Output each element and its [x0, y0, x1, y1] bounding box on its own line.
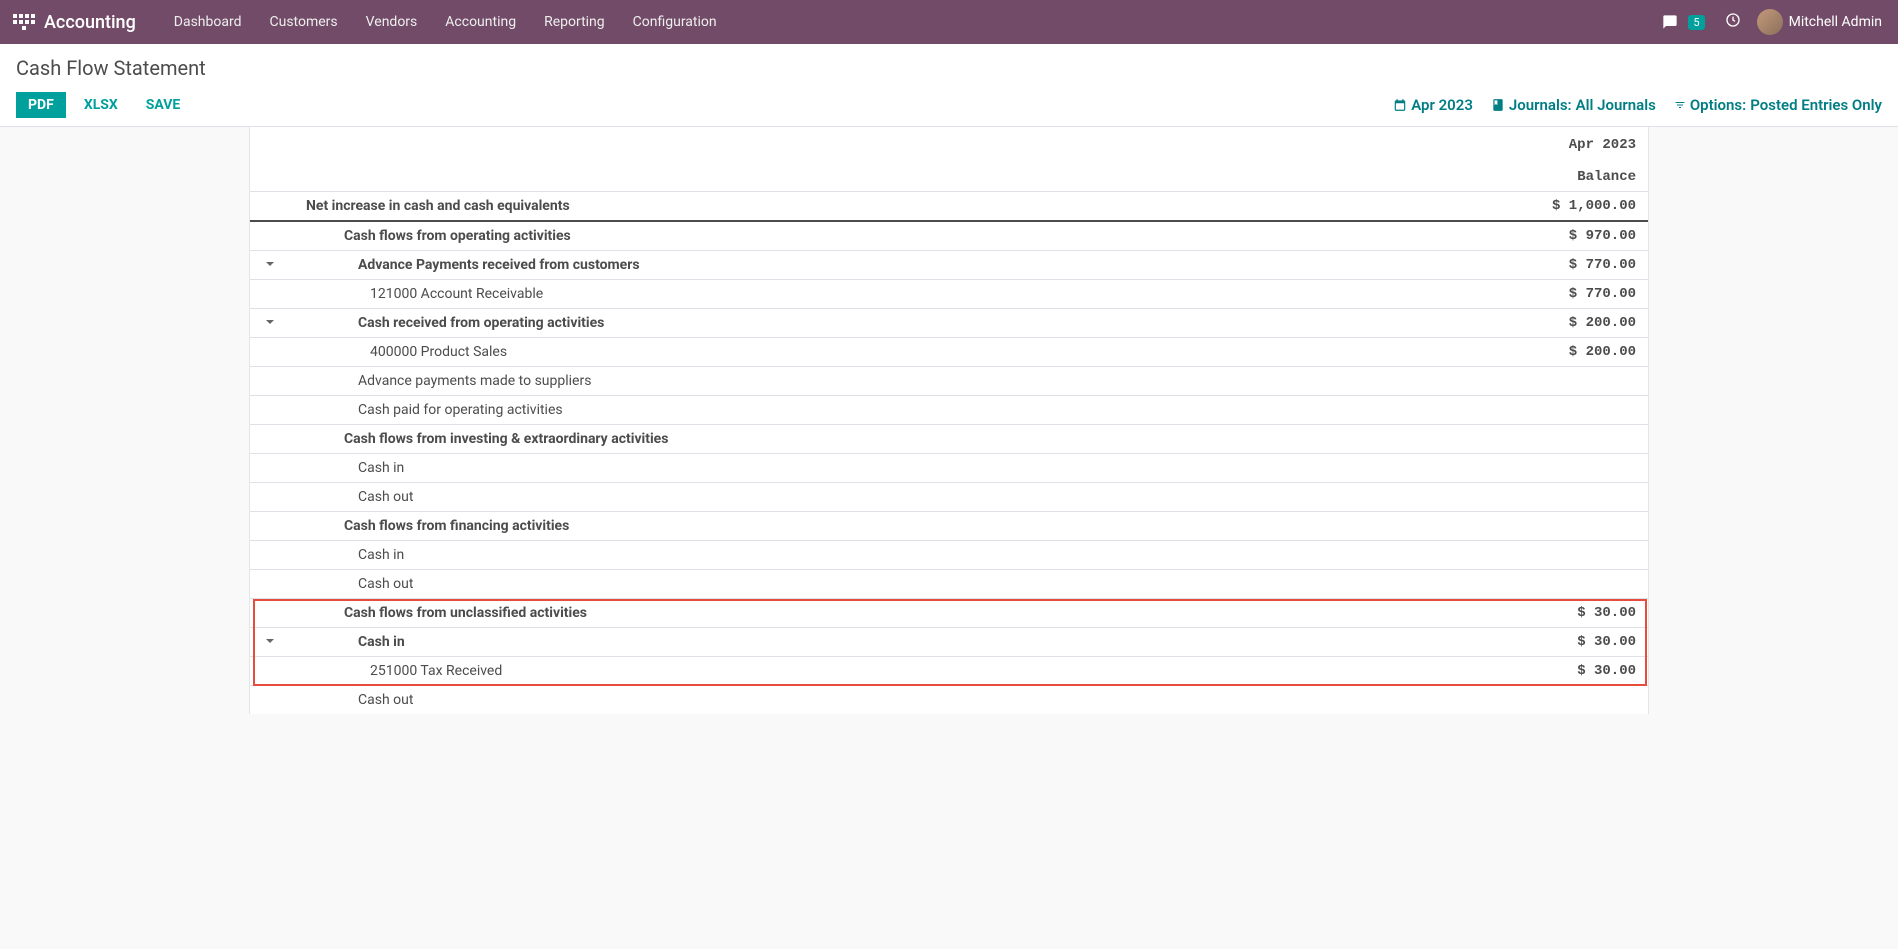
row-label[interactable]: Cash out [290, 686, 1488, 715]
row-label[interactable]: Cash flows from operating activities [290, 221, 1488, 251]
row-label[interactable]: Cash in [290, 454, 1488, 483]
avatar[interactable] [1757, 9, 1783, 35]
messages-icon[interactable]: 5 [1654, 14, 1704, 30]
table-row: Cash in [250, 541, 1648, 570]
col-balance: Balance [1488, 159, 1648, 192]
table-row: Net increase in cash and cash equivalent… [250, 192, 1648, 222]
book-icon [1491, 98, 1505, 112]
row-label[interactable]: Cash out [290, 483, 1488, 512]
table-row: Cash out [250, 686, 1648, 715]
row-label[interactable]: Cash flows from investing & extraordinar… [290, 425, 1488, 454]
activity-icon[interactable] [1717, 12, 1749, 32]
table-row: 251000 Tax Received$ 30.00 [250, 657, 1648, 686]
row-value [1488, 425, 1648, 454]
row-label[interactable]: Cash out [290, 570, 1488, 599]
table-row: Advance Payments received from customers… [250, 251, 1648, 280]
row-label[interactable]: Cash received from operating activities [290, 309, 1488, 338]
row-value: $ 1,000.00 [1488, 192, 1648, 222]
row-value: $ 200.00 [1488, 338, 1648, 367]
row-value [1488, 367, 1648, 396]
row-label[interactable]: Cash in [290, 541, 1488, 570]
top-nav: Accounting DashboardCustomersVendorsAcco… [0, 0, 1898, 44]
nav-item-customers[interactable]: Customers [256, 0, 352, 44]
row-value: $ 770.00 [1488, 280, 1648, 309]
nav-item-accounting[interactable]: Accounting [431, 0, 530, 44]
row-value [1488, 396, 1648, 425]
table-row: Cash received from operating activities$… [250, 309, 1648, 338]
row-value [1488, 686, 1648, 715]
caret-down-icon[interactable] [265, 257, 275, 273]
nav-item-configuration[interactable]: Configuration [619, 0, 731, 44]
table-row: 121000 Account Receivable$ 770.00 [250, 280, 1648, 309]
row-value: $ 200.00 [1488, 309, 1648, 338]
table-row: Cash flows from unclassified activities$… [250, 599, 1648, 628]
messages-count: 5 [1688, 15, 1704, 30]
control-panel: Cash Flow Statement PDF XLSX SAVE Apr 20… [0, 44, 1898, 127]
row-label[interactable]: 400000 Product Sales [290, 338, 1488, 367]
table-row: Cash in [250, 454, 1648, 483]
options-filter[interactable]: Options: Posted Entries Only [1674, 96, 1882, 114]
nav-item-reporting[interactable]: Reporting [530, 0, 619, 44]
options-filter-value: Posted Entries Only [1750, 96, 1882, 114]
row-value: $ 30.00 [1488, 657, 1648, 686]
row-value [1488, 541, 1648, 570]
journals-filter-label: Journals: [1509, 96, 1572, 114]
row-label[interactable]: Cash flows from unclassified activities [290, 599, 1488, 628]
table-row: Cash in$ 30.00 [250, 628, 1648, 657]
row-value [1488, 483, 1648, 512]
caret-down-icon[interactable] [265, 634, 275, 650]
calendar-icon [1393, 98, 1407, 112]
filter-icon [1674, 99, 1686, 111]
row-value [1488, 570, 1648, 599]
date-filter-label: Apr 2023 [1411, 96, 1473, 114]
row-label[interactable]: Advance payments made to suppliers [290, 367, 1488, 396]
date-filter[interactable]: Apr 2023 [1393, 96, 1473, 114]
table-row: Cash flows from financing activities [250, 512, 1648, 541]
journals-filter-value: All Journals [1576, 96, 1656, 114]
nav-item-vendors[interactable]: Vendors [352, 0, 432, 44]
row-label[interactable]: 251000 Tax Received [290, 657, 1488, 686]
apps-icon[interactable] [12, 10, 36, 34]
table-row: Cash out [250, 570, 1648, 599]
table-row: Cash flows from operating activities$ 97… [250, 221, 1648, 251]
options-filter-label: Options: [1690, 96, 1746, 114]
page-title: Cash Flow Statement [16, 56, 1882, 80]
row-label[interactable]: Advance Payments received from customers [290, 251, 1488, 280]
table-row: Advance payments made to suppliers [250, 367, 1648, 396]
save-button[interactable]: SAVE [136, 92, 191, 118]
row-label[interactable]: Net increase in cash and cash equivalent… [290, 192, 1488, 222]
cash-flow-table: Apr 2023 Balance Net increase in cash an… [250, 127, 1648, 714]
table-row: Cash paid for operating activities [250, 396, 1648, 425]
xlsx-button[interactable]: XLSX [74, 92, 128, 118]
row-label[interactable]: Cash in [290, 628, 1488, 657]
nav-item-dashboard[interactable]: Dashboard [160, 0, 256, 44]
row-label[interactable]: 121000 Account Receivable [290, 280, 1488, 309]
row-label[interactable]: Cash paid for operating activities [290, 396, 1488, 425]
row-value: $ 970.00 [1488, 221, 1648, 251]
caret-down-icon[interactable] [265, 315, 275, 331]
table-row: Cash out [250, 483, 1648, 512]
journals-filter[interactable]: Journals: All Journals [1491, 96, 1656, 114]
table-row: Cash flows from investing & extraordinar… [250, 425, 1648, 454]
row-value [1488, 454, 1648, 483]
row-value [1488, 512, 1648, 541]
pdf-button[interactable]: PDF [16, 92, 66, 118]
username[interactable]: Mitchell Admin [1789, 14, 1882, 30]
row-value: $ 30.00 [1488, 628, 1648, 657]
brand[interactable]: Accounting [44, 12, 136, 33]
col-period: Apr 2023 [1488, 127, 1648, 159]
row-value: $ 770.00 [1488, 251, 1648, 280]
row-value: $ 30.00 [1488, 599, 1648, 628]
table-row: 400000 Product Sales$ 200.00 [250, 338, 1648, 367]
row-label[interactable]: Cash flows from financing activities [290, 512, 1488, 541]
